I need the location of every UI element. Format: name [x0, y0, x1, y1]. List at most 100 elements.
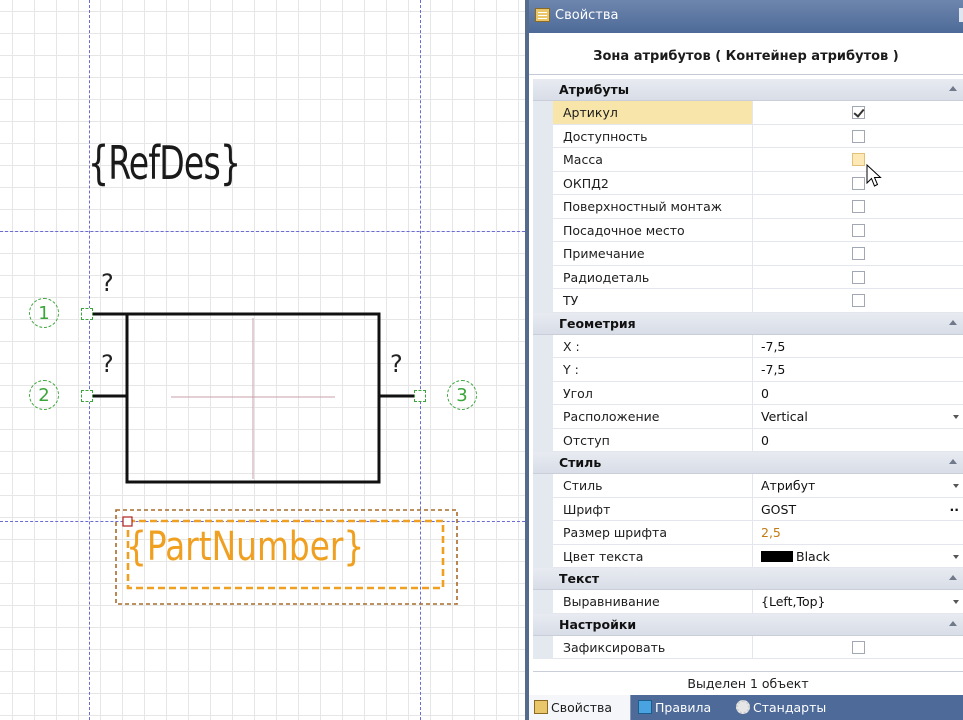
panel-pin-button[interactable] [959, 8, 963, 22]
property-row[interactable]: Размер шрифта 2,5 [533, 521, 963, 545]
property-row[interactable]: Отступ 0 [533, 428, 963, 452]
component-symbol[interactable] [0, 0, 525, 720]
property-name: ОКПД2 [553, 171, 753, 195]
pin-3-connector[interactable] [414, 390, 426, 402]
property-name: Посадочное место [553, 218, 753, 242]
property-name: ТУ [553, 289, 753, 313]
pin-3-name: ? [390, 350, 403, 378]
pin-1-name: ? [101, 269, 114, 297]
tab-label: Свойства [551, 700, 613, 715]
gear-icon [736, 700, 750, 714]
property-value-font[interactable]: GOST ·· [753, 498, 963, 521]
property-name: Масса [553, 148, 753, 172]
mouse-cursor-icon [866, 164, 882, 187]
property-name: Y : [553, 358, 753, 382]
property-name: Поверхностный монтаж [553, 195, 753, 219]
dropdown-value: Vertical [761, 409, 808, 424]
collapse-icon[interactable] [949, 459, 957, 464]
pin-1-connector[interactable] [81, 308, 93, 320]
checkbox-lock[interactable] [852, 640, 865, 654]
section-style[interactable]: Стиль [533, 452, 963, 474]
chevron-down-icon[interactable] [953, 415, 959, 419]
property-value-orientation[interactable]: Vertical [753, 405, 963, 429]
property-value-text-color[interactable]: Black [753, 545, 963, 568]
property-row[interactable]: Угол 0 [533, 381, 963, 405]
property-row[interactable]: ТУ [533, 289, 963, 313]
schematic-canvas[interactable]: {RefDes} 1 2 3 ? ? ? {PartNumber} [0, 0, 525, 720]
section-attributes[interactable]: Атрибуты [533, 79, 963, 101]
property-name: Примечание [553, 242, 753, 266]
property-name: Радиодеталь [553, 265, 753, 289]
tab-properties[interactable]: Свойства [529, 695, 631, 720]
tab-label: Правила [655, 700, 712, 715]
checkbox-radio-part[interactable] [852, 270, 865, 284]
section-title: Геометрия [559, 315, 636, 331]
tab-rules[interactable]: Правила [633, 695, 729, 720]
property-value-angle[interactable]: 0 [753, 382, 963, 405]
property-row[interactable]: Стиль Атрибут [533, 474, 963, 498]
tab-standards[interactable]: Стандарты [731, 695, 851, 720]
pin-3-number: 3 [447, 380, 477, 410]
chevron-down-icon[interactable] [953, 484, 959, 488]
property-value-y[interactable]: -7,5 [753, 358, 963, 382]
collapse-icon[interactable] [949, 620, 957, 626]
collapse-icon[interactable] [949, 86, 957, 91]
pin-2-name: ? [101, 350, 114, 378]
property-value-alignment[interactable]: {Left,Top} [753, 590, 963, 614]
property-name: Зафиксировать [553, 635, 753, 659]
property-row[interactable]: ОКПД2 [533, 171, 963, 195]
property-row[interactable]: Расположение Vertical [533, 405, 963, 429]
checkbox-availability[interactable] [852, 129, 865, 143]
property-name: Артикул [553, 101, 753, 125]
property-row[interactable]: Поверхностный монтаж [533, 195, 963, 219]
collapse-icon[interactable] [949, 319, 957, 325]
properties-icon [535, 8, 550, 22]
checkbox-okpd2[interactable] [852, 176, 865, 190]
partnumber-attribute[interactable]: {PartNumber} [126, 527, 364, 567]
property-row[interactable]: Доступность [533, 124, 963, 148]
pin-2-connector[interactable] [81, 390, 93, 402]
status-bar: Выделен 1 объект [533, 671, 963, 696]
pin-2-number: 2 [29, 380, 59, 410]
checkbox-surface-mount[interactable] [852, 200, 865, 213]
section-settings[interactable]: Настройки [533, 613, 963, 636]
ellipsis-icon[interactable]: ·· [950, 498, 960, 521]
property-row[interactable]: Зафиксировать [533, 635, 963, 659]
checkbox-tu[interactable] [852, 294, 865, 307]
property-grid: Атрибуты Артикул Доступность Масса ОКПД2… [533, 79, 963, 659]
checkbox-mass[interactable] [852, 153, 865, 166]
section-title: Атрибуты [559, 82, 630, 97]
property-row[interactable]: Шрифт GOST ·· [533, 497, 963, 521]
property-row[interactable]: X : -7,5 [533, 334, 963, 358]
property-row[interactable]: Радиодеталь [533, 265, 963, 289]
chevron-down-icon[interactable] [953, 554, 959, 559]
chevron-down-icon[interactable] [953, 600, 959, 604]
property-name: Угол [553, 381, 753, 405]
checkbox-note[interactable] [852, 247, 865, 260]
property-name: Доступность [553, 124, 753, 148]
property-row[interactable]: Масса [533, 148, 963, 172]
section-title: Стиль [559, 455, 602, 470]
font-value: GOST [761, 501, 797, 517]
checkbox-article[interactable] [852, 106, 865, 119]
panel-title-bar[interactable]: Свойства [529, 0, 963, 33]
property-value-offset[interactable]: 0 [753, 429, 963, 452]
section-text[interactable]: Текст [533, 568, 963, 590]
property-row[interactable]: Y : -7,5 [533, 358, 963, 382]
property-row[interactable]: Выравнивание {Left,Top} [533, 590, 963, 614]
property-row[interactable]: Посадочное место [533, 218, 963, 242]
property-name: Стиль [553, 474, 753, 498]
checkbox-footprint[interactable] [852, 223, 865, 237]
property-row[interactable]: Артикул [533, 101, 963, 125]
property-value-x[interactable]: -7,5 [753, 335, 963, 358]
section-geometry[interactable]: Геометрия [533, 312, 963, 335]
property-row[interactable]: Примечание [533, 242, 963, 266]
collapse-icon[interactable] [949, 575, 957, 580]
property-name: Расположение [553, 405, 753, 429]
property-value-style[interactable]: Атрибут [753, 474, 963, 498]
property-value-font-size[interactable]: 2,5 [753, 521, 963, 545]
property-row[interactable]: Цвет текста Black [533, 544, 963, 568]
property-name: X : [553, 334, 753, 358]
dropdown-value: Атрибут [761, 478, 816, 493]
property-name: Размер шрифта [553, 521, 753, 545]
